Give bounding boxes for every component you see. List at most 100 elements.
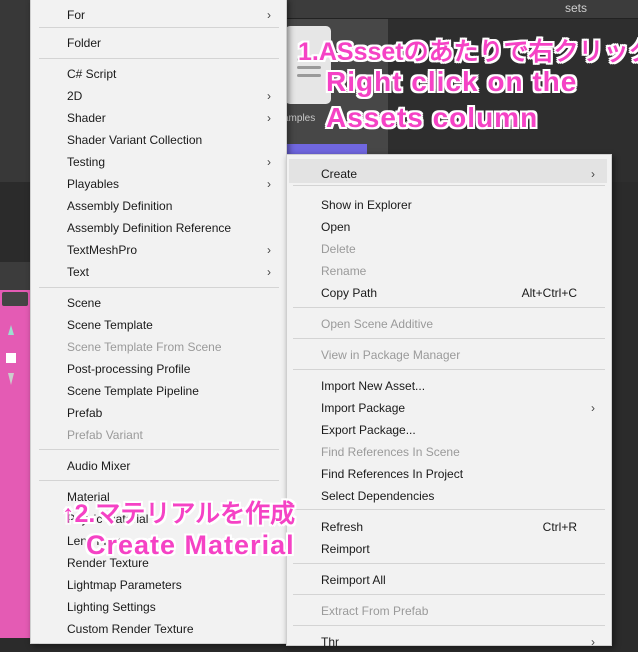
create-submenu-item-label: Lightmap Parameters bbox=[67, 578, 182, 592]
chevron-right-icon: › bbox=[591, 167, 595, 181]
chevron-right-icon: › bbox=[267, 89, 271, 103]
context-menu-item-find-references-in-project[interactable]: Find References In Project bbox=[321, 464, 601, 484]
create-submenu-item-label: C# Script bbox=[67, 67, 117, 81]
scene-toolbar bbox=[0, 262, 30, 290]
scene-view[interactable] bbox=[0, 262, 30, 638]
folder-label[interactable]: amples bbox=[283, 113, 315, 124]
create-submenu-item-label: Assembly Definition Reference bbox=[67, 221, 232, 235]
context-menu-item-open-scene-additive: Open Scene Additive bbox=[321, 314, 601, 334]
menu-separator bbox=[39, 643, 279, 644]
context-menu-item-thr[interactable]: Thr › bbox=[321, 632, 601, 652]
context-menu-item-show-in-explorer[interactable]: Show in Explorer bbox=[321, 195, 601, 215]
menu-separator bbox=[39, 27, 279, 28]
create-submenu-item-label: TextMeshPro bbox=[67, 243, 138, 257]
create-submenu-item-label: Lighting Settings bbox=[67, 600, 156, 614]
annotation-step2-en: Create Material bbox=[86, 530, 295, 560]
context-menu-item-view-in-package-manager: View in Package Manager bbox=[321, 345, 601, 365]
create-submenu-item-scene[interactable]: Scene bbox=[67, 293, 277, 313]
create-submenu-item-label: Post-processing Profile bbox=[67, 362, 191, 376]
context-menu-item-create[interactable]: Create › bbox=[321, 164, 601, 184]
context-menu-item-label: Delete bbox=[321, 242, 356, 256]
context-menu-item-label: Reimport bbox=[321, 542, 370, 556]
create-submenu-item-text[interactable]: Text › bbox=[67, 262, 277, 282]
context-menu-item-reimport[interactable]: Reimport bbox=[321, 539, 601, 559]
context-menu-item-select-dependencies[interactable]: Select Dependencies bbox=[321, 486, 601, 506]
create-submenu-item-c-script[interactable]: C# Script bbox=[67, 64, 277, 84]
create-submenu-item-label: Scene bbox=[67, 296, 102, 310]
create-submenu-item-textmeshpro[interactable]: TextMeshPro › bbox=[67, 240, 277, 260]
create-submenu-item-label: Scene Template From Scene bbox=[67, 340, 222, 354]
menu-separator bbox=[293, 563, 605, 564]
context-menu-item-label: Import Package bbox=[321, 401, 406, 415]
context-menu-item-label: Refresh bbox=[321, 520, 364, 534]
context-menu-item-import-new-asset[interactable]: Import New Asset... bbox=[321, 376, 601, 396]
context-menu-item-label: Open bbox=[321, 220, 351, 234]
create-submenu-item-label: Folder bbox=[67, 36, 102, 50]
create-submenu-item-for[interactable]: For › bbox=[67, 5, 277, 25]
context-menu-item-label: Thr bbox=[321, 635, 339, 649]
create-submenu-item-audio-mixer[interactable]: Audio Mixer bbox=[67, 456, 277, 476]
menu-separator bbox=[293, 594, 605, 595]
annotation-step2-jp: ↑2.マテリアルを作成 bbox=[62, 500, 296, 528]
menu-separator bbox=[293, 185, 605, 186]
context-menu-item-label: Find References In Project bbox=[321, 467, 464, 481]
chevron-right-icon: › bbox=[591, 401, 595, 415]
create-submenu-item-label: Scene Template bbox=[67, 318, 153, 332]
assets-panel-title: sets bbox=[565, 1, 588, 15]
create-submenu-item-scene-template-pipeline[interactable]: Scene Template Pipeline bbox=[67, 381, 277, 401]
folder-icon-line bbox=[297, 74, 321, 77]
create-submenu-item-assembly-definition[interactable]: Assembly Definition bbox=[67, 196, 277, 216]
menu-separator bbox=[39, 449, 279, 450]
create-submenu-item-scene-template-from-scene: Scene Template From Scene bbox=[67, 337, 277, 357]
create-submenu-item-label: For bbox=[67, 8, 85, 22]
context-menu-item-export-package[interactable]: Export Package... bbox=[321, 420, 601, 440]
create-submenu-item-label: Prefab bbox=[67, 406, 103, 420]
context-menu-item-label: Find References In Scene bbox=[321, 445, 460, 459]
create-submenu-item-label: Shader Variant Collection bbox=[67, 133, 203, 147]
create-submenu-item-assembly-definition-reference[interactable]: Assembly Definition Reference bbox=[67, 218, 277, 238]
menu-separator bbox=[293, 509, 605, 510]
annotation-step1-en-line1: Right click on the bbox=[326, 66, 578, 97]
create-submenu-item-shader[interactable]: Shader › bbox=[67, 108, 277, 128]
menu-separator bbox=[39, 58, 279, 59]
context-menu-item-import-package[interactable]: Import Package › bbox=[321, 398, 601, 418]
context-menu-item-find-references-in-scene: Find References In Scene bbox=[321, 442, 601, 462]
create-submenu-item-prefab[interactable]: Prefab bbox=[67, 403, 277, 423]
create-submenu-item-post-processing-profile[interactable]: Post-processing Profile bbox=[67, 359, 277, 379]
context-menu-item-label: Show in Explorer bbox=[321, 198, 412, 212]
menu-separator bbox=[293, 338, 605, 339]
menu-separator bbox=[293, 307, 605, 308]
context-menu-item-open[interactable]: Open bbox=[321, 217, 601, 237]
context-menu-item-label: Rename bbox=[321, 264, 367, 278]
create-submenu-item-label: Playables bbox=[67, 177, 120, 191]
create-submenu-item-custom-render-texture[interactable]: Custom Render Texture bbox=[67, 619, 277, 639]
chevron-right-icon: › bbox=[591, 635, 595, 649]
create-submenu-item-testing[interactable]: Testing › bbox=[67, 152, 277, 172]
annotation-step1-en-line2: Assets column bbox=[326, 102, 539, 133]
chevron-right-icon: › bbox=[267, 111, 271, 125]
create-submenu-item-scene-template[interactable]: Scene Template bbox=[67, 315, 277, 335]
context-menu-item-copy-path[interactable]: Copy Path Alt+Ctrl+C bbox=[321, 283, 601, 303]
menu-separator bbox=[39, 480, 279, 481]
create-submenu-item-label: Audio Mixer bbox=[67, 459, 131, 473]
context-menu-item-label: Select Dependencies bbox=[321, 489, 435, 503]
context-menu-item-label: Extract From Prefab bbox=[321, 604, 429, 618]
create-submenu-item-playables[interactable]: Playables › bbox=[67, 174, 277, 194]
context-menu-item-refresh[interactable]: Refresh Ctrl+R bbox=[321, 517, 601, 537]
menu-separator bbox=[39, 287, 279, 288]
create-submenu-item-lighting-settings[interactable]: Lighting Settings bbox=[67, 597, 277, 617]
annotation-step1-jp: 1.ASssetのあたりで右クリック bbox=[298, 38, 638, 66]
context-menu-item-label: Create bbox=[321, 167, 358, 181]
scene-dropdown-button[interactable] bbox=[2, 292, 28, 306]
create-submenu-item-shader-variant-collection[interactable]: Shader Variant Collection bbox=[67, 130, 277, 150]
context-menu-item-reimport-all[interactable]: Reimport All bbox=[321, 570, 601, 590]
create-submenu-item-lightmap-parameters[interactable]: Lightmap Parameters bbox=[67, 575, 277, 595]
shortcut-label: Ctrl+R bbox=[542, 520, 577, 534]
scene-gizmo-icon bbox=[6, 325, 16, 385]
create-submenu-item-label: Assembly Definition bbox=[67, 199, 173, 213]
chevron-right-icon: › bbox=[267, 8, 271, 22]
create-submenu-item-2d[interactable]: 2D › bbox=[67, 86, 277, 106]
shortcut-label: Alt+Ctrl+C bbox=[521, 286, 577, 300]
create-submenu-item-folder[interactable]: Folder bbox=[67, 33, 277, 53]
chevron-right-icon: › bbox=[267, 265, 271, 279]
